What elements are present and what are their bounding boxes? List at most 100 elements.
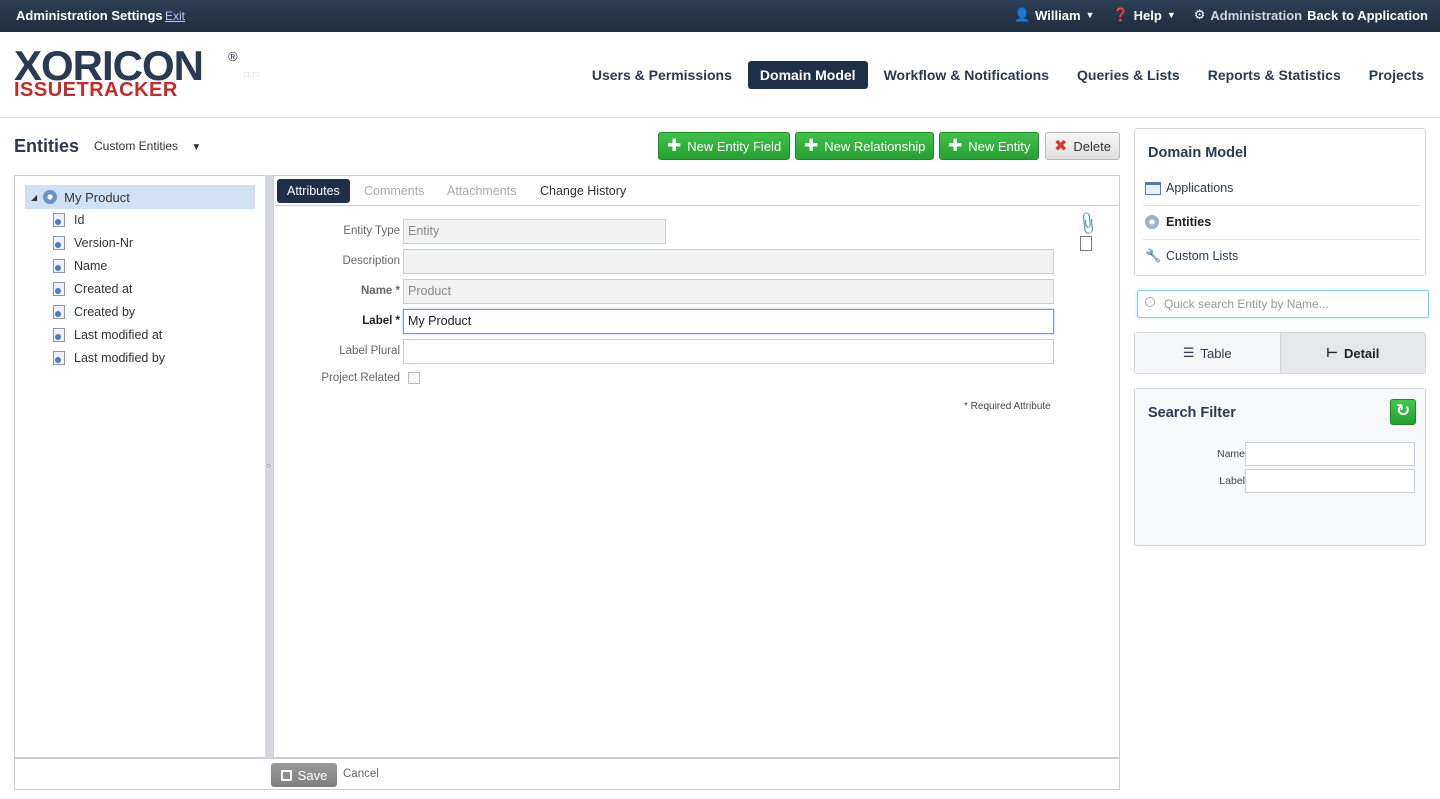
save-icon [280, 769, 292, 781]
divider [1143, 239, 1421, 240]
new-relationship-label: New Relationship [824, 138, 926, 154]
chevron-down-icon: ▼ [191, 142, 202, 153]
gear-icon [1145, 215, 1159, 229]
tree-item-version-nr[interactable]: Version-Nr [53, 236, 133, 250]
label-plural-label: Label Plural [339, 345, 400, 357]
search-filter-title: Search Filter [1148, 405, 1236, 421]
window-icon [1145, 181, 1161, 195]
tree-item-name[interactable]: Name [53, 259, 107, 273]
help-label: Help [1133, 7, 1162, 23]
tree-item-last-modified-by[interactable]: Last modified by [53, 351, 165, 365]
logo-line2: ISSUETRACKER [14, 79, 178, 101]
tree-detail-icon: ⊢ [1326, 345, 1338, 360]
sidebar-item-applications[interactable]: Applications [1145, 173, 1421, 203]
dots-icon: □□□ [244, 70, 259, 79]
sidebar-item-label: Custom Lists [1166, 249, 1239, 263]
collapse-icon[interactable]: ◢ [31, 193, 37, 202]
entity-type-field: Entity [403, 219, 666, 244]
list-icon: ☰ [1182, 345, 1195, 360]
exit-link[interactable]: Exit [165, 9, 185, 23]
user-icon: 👤 [1013, 7, 1031, 22]
tree-item-id[interactable]: Id [53, 213, 84, 227]
entity-gear-icon [43, 190, 58, 204]
back-to-app-link[interactable]: ⚙ Administration Back to Application [1194, 7, 1428, 23]
admin-topbar: Administration Settings Exit 👤 William ▼… [0, 0, 1440, 32]
save-label: Save [297, 767, 328, 783]
tree-item-created-by[interactable]: Created by [53, 305, 135, 319]
nav-domain-model[interactable]: Domain Model [747, 61, 868, 89]
tab-attachments[interactable]: Attachments [437, 179, 526, 203]
save-button[interactable]: Save [271, 763, 337, 787]
administration-label: Administration [1210, 7, 1303, 23]
refresh-icon: ↻ [1395, 401, 1411, 420]
nav-workflow-notifications[interactable]: Workflow & Notifications [884, 67, 1049, 83]
label-plural-input[interactable] [403, 339, 1054, 364]
page-title: Entities [14, 136, 80, 156]
field-icon [53, 305, 65, 319]
plus-icon: ✚ [667, 136, 682, 155]
tab-change-history[interactable]: Change History [530, 179, 636, 203]
chevron-down-icon: ▼ [1166, 10, 1176, 20]
xoricon-logo[interactable]: XORICON ® ISSUETRACKER [14, 45, 238, 101]
nav-projects[interactable]: Projects [1369, 67, 1424, 83]
description-field [403, 249, 1054, 274]
tree-item-label: Last modified at [74, 328, 163, 342]
app-header: XORICON ® ISSUETRACKER □□□ Users & Permi… [0, 32, 1440, 118]
delete-button[interactable]: ✖ Delete [1045, 132, 1120, 160]
sidebar-item-entities[interactable]: Entities [1145, 207, 1421, 237]
tree-item-label: Id [74, 213, 85, 227]
required-note: * Required Attribute [964, 401, 1051, 412]
delete-label: Delete [1073, 138, 1111, 154]
nav-users-permissions[interactable]: Users & Permissions [592, 67, 732, 83]
refresh-button[interactable]: ↻ [1390, 399, 1416, 425]
entity-category-select[interactable]: Custom Entities ▼ [94, 139, 201, 153]
entity-type-label: Entity Type [343, 225, 400, 237]
cancel-link[interactable]: Cancel [343, 768, 379, 780]
tree-root-label: My Product [64, 189, 130, 205]
name-field: Product [403, 279, 1054, 304]
sidebar-item-custom-lists[interactable]: 🔧 Custom Lists [1145, 241, 1421, 271]
entity-category-value: Custom Entities [94, 139, 179, 153]
user-menu[interactable]: 👤 William ▼ [1014, 7, 1095, 23]
document-icon[interactable] [1080, 236, 1092, 251]
panel-splitter[interactable]: ○ [265, 175, 273, 758]
view-table-button[interactable]: ☰ Table [1135, 333, 1280, 373]
quick-search-input[interactable] [1164, 295, 1419, 313]
view-detail-label: Detail [1343, 345, 1380, 361]
filter-label-label: Label [1219, 475, 1245, 487]
nav-queries-lists[interactable]: Queries & Lists [1077, 67, 1180, 83]
search-filter-box: Search Filter ↻ Name Label [1134, 388, 1426, 546]
field-icon [53, 282, 65, 296]
label-label: Label * [362, 315, 400, 327]
label-input[interactable]: My Product [403, 309, 1054, 334]
main-nav: Users & Permissions Domain Model Workflo… [592, 61, 1424, 89]
filter-label-input[interactable] [1245, 469, 1415, 493]
paperclip-icon[interactable]: 📎 [1074, 210, 1102, 238]
sidebar-item-label: Entities [1166, 215, 1212, 229]
tree-item-last-modified-at[interactable]: Last modified at [53, 328, 162, 342]
tree-item-label: Version-Nr [74, 236, 134, 250]
help-menu[interactable]: ❓ Help ▼ [1112, 7, 1175, 23]
new-entity-button[interactable]: ✚ New Entity [939, 132, 1040, 160]
view-detail-button[interactable]: ⊢ Detail [1279, 333, 1425, 373]
tree-root-item[interactable]: ◢ My Product [25, 185, 255, 209]
tab-comments[interactable]: Comments [354, 179, 434, 203]
chevron-down-icon: ▼ [1085, 10, 1095, 20]
admin-title: Administration Settings [16, 8, 163, 23]
tree-item-created-at[interactable]: Created at [53, 282, 132, 296]
splitter-grip-icon: ○ [266, 461, 271, 470]
plus-icon: ✚ [948, 136, 963, 155]
tab-attributes[interactable]: Attributes [277, 179, 350, 203]
filter-name-input[interactable] [1245, 442, 1415, 466]
nav-reports-statistics[interactable]: Reports & Statistics [1208, 67, 1341, 83]
new-relationship-button[interactable]: ✚ New Relationship [795, 132, 935, 160]
new-entity-label: New Entity [968, 138, 1031, 154]
divider [1143, 205, 1421, 206]
field-icon [53, 236, 65, 250]
project-related-checkbox[interactable] [408, 372, 420, 384]
new-entity-field-button[interactable]: ✚ New Entity Field [658, 132, 791, 160]
wrench-icon: 🔧 [1145, 248, 1162, 263]
field-icon [53, 328, 65, 342]
filter-name-label: Name [1216, 448, 1245, 460]
domain-model-nav: Domain Model Applications Entities 🔧 Cus… [1134, 128, 1426, 276]
